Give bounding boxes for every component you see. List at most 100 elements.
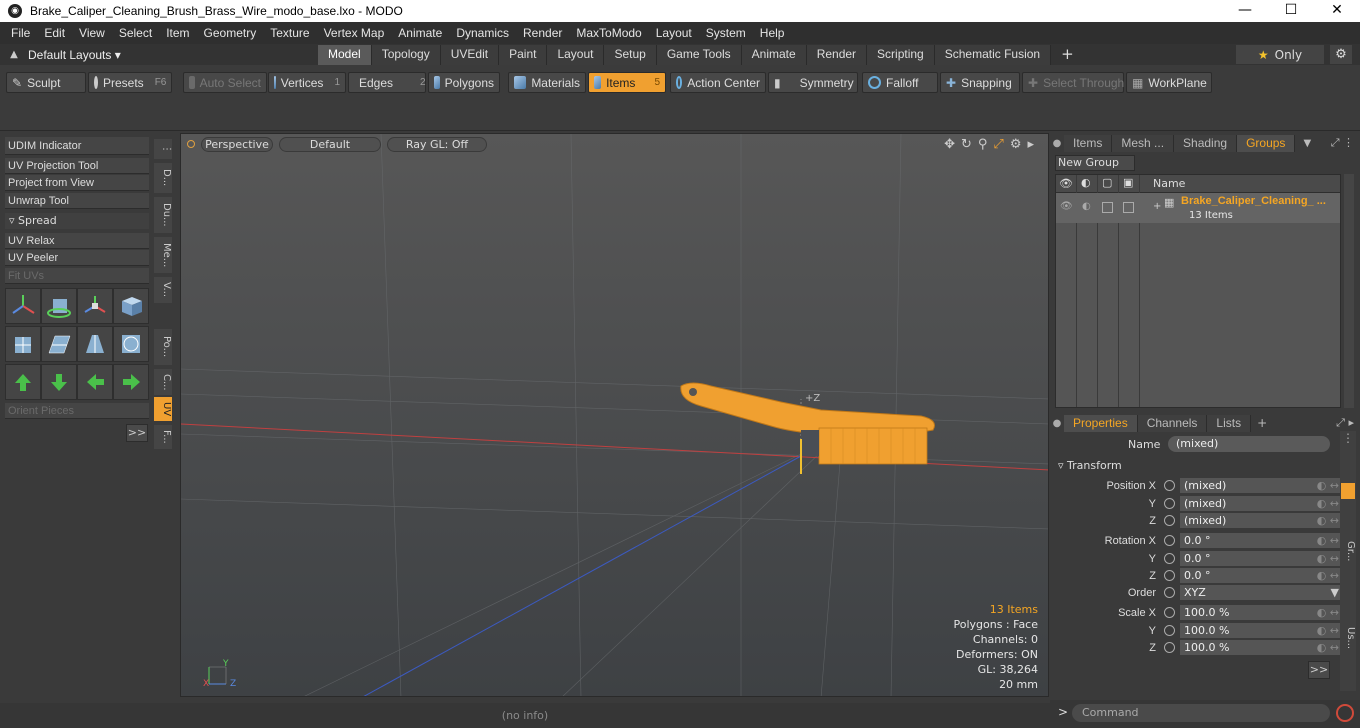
uv-transform-icon[interactable] xyxy=(5,288,41,324)
select-through-button[interactable]: ✚ Select Through xyxy=(1022,72,1124,93)
vtab-v[interactable]: V... xyxy=(154,277,172,303)
transform-section-header[interactable]: ▿ Transform xyxy=(1058,459,1340,474)
uv-planar-icon[interactable] xyxy=(41,326,77,362)
vtab-options[interactable]: ⋮ xyxy=(154,139,172,159)
name-field[interactable]: (mixed) xyxy=(1168,436,1330,452)
add-prop-tab-button[interactable]: + xyxy=(1251,416,1273,430)
menu-file[interactable]: File xyxy=(4,26,37,40)
command-prompt-arrow[interactable]: > xyxy=(1058,705,1068,719)
menu-maxtomodo[interactable]: MaxToModo xyxy=(569,26,648,40)
panel-expand-icon[interactable]: ⤢ ⋮ xyxy=(1331,136,1360,150)
tab-items[interactable]: Items xyxy=(1064,134,1113,152)
vtab-du[interactable]: Du... xyxy=(154,197,172,233)
new-group-button[interactable]: New Group xyxy=(1055,155,1135,171)
rotate-view-icon[interactable]: ↻ xyxy=(961,137,972,152)
side-tab-active[interactable] xyxy=(1341,483,1355,499)
radio-icon[interactable] xyxy=(1164,480,1175,491)
layout-up-arrow-icon[interactable]: ▲ xyxy=(0,49,28,60)
row-render-icon[interactable]: ◐ xyxy=(1082,201,1091,212)
arrow-left-icon[interactable] xyxy=(77,364,113,400)
menu-edit[interactable]: Edit xyxy=(37,26,72,40)
select-icon[interactable]: ▣ xyxy=(1123,176,1133,189)
menu-animate[interactable]: Animate xyxy=(391,26,449,40)
scale-y-field[interactable]: 100.0 % ◐ ↔ xyxy=(1180,622,1342,639)
scale-x-field[interactable]: 100.0 % ◐ ↔ xyxy=(1180,604,1342,621)
vtab-uv[interactable]: UV xyxy=(154,397,172,421)
tab-render[interactable]: Render xyxy=(806,44,868,65)
polygons-button[interactable]: Polygons xyxy=(428,72,500,93)
edges-button[interactable]: Edges 2 xyxy=(348,72,426,93)
radio-icon[interactable] xyxy=(1164,625,1175,636)
tab-uvedit[interactable]: UVEdit xyxy=(440,44,500,65)
tab-properties[interactable]: Properties xyxy=(1064,414,1138,432)
uv-perspective-icon[interactable] xyxy=(77,326,113,362)
uv-projection-tool-button[interactable]: UV Projection Tool xyxy=(5,158,149,174)
tab-layout[interactable]: Layout xyxy=(547,44,605,65)
falloff-button[interactable]: Falloff xyxy=(862,72,938,93)
group-row[interactable]: 👁 ◐ + ▦ Brake_Caliper_Cleaning_ ... 13 I… xyxy=(1056,193,1340,223)
menu-item[interactable]: Item xyxy=(159,26,196,40)
tab-model[interactable]: Model xyxy=(318,44,372,65)
position-z-field[interactable]: (mixed) ◐ ↔ xyxy=(1180,512,1342,529)
side-tab-us[interactable]: Us... xyxy=(1340,627,1356,649)
minimize-button[interactable]: — xyxy=(1222,0,1268,22)
menu-dynamics[interactable]: Dynamics xyxy=(449,26,516,40)
properties-more-button[interactable]: >> xyxy=(1308,661,1330,679)
radio-icon[interactable] xyxy=(1164,607,1175,618)
project-from-view-button[interactable]: Project from View xyxy=(5,175,149,191)
scale-z-field[interactable]: 100.0 % ◐ ↔ xyxy=(1180,639,1342,656)
command-record-icon[interactable] xyxy=(1336,704,1354,722)
tabs-dropdown-icon[interactable]: ▼ xyxy=(1295,138,1319,149)
gear-icon[interactable]: ⚙ xyxy=(1330,45,1352,64)
tab-mesh[interactable]: Mesh ... xyxy=(1112,134,1175,152)
radio-icon[interactable] xyxy=(1164,535,1175,546)
radio-icon[interactable] xyxy=(1164,515,1175,526)
tab-game-tools[interactable]: Game Tools xyxy=(656,44,742,65)
materials-button[interactable]: Materials xyxy=(508,72,586,93)
panel-menu-dot-icon[interactable]: ● xyxy=(1050,138,1064,149)
arrow-up-icon[interactable] xyxy=(5,364,41,400)
close-button[interactable]: ✕ xyxy=(1314,0,1360,22)
side-options-icon[interactable]: ⋮ xyxy=(1340,431,1356,447)
prop-expand-icon[interactable]: ⤢ ▸ xyxy=(1336,416,1360,430)
group-name[interactable]: Brake_Caliper_Cleaning_ ... xyxy=(1181,195,1326,207)
layout-selector[interactable]: Default Layouts ▾ xyxy=(28,48,318,62)
menu-view[interactable]: View xyxy=(72,26,112,40)
arrow-right-icon[interactable] xyxy=(113,364,149,400)
position-x-field[interactable]: (mixed) ◐ ↔ xyxy=(1180,477,1342,494)
menu-geometry[interactable]: Geometry xyxy=(197,26,264,40)
groups-scrollbar[interactable] xyxy=(1344,174,1354,408)
auto-select-button[interactable]: Auto Select xyxy=(183,72,267,93)
zoom-view-icon[interactable]: ⚲ xyxy=(978,137,988,152)
lock-icon[interactable]: ▢ xyxy=(1102,176,1112,189)
radio-icon[interactable] xyxy=(1164,498,1175,509)
vtab-f[interactable]: F... xyxy=(154,425,172,449)
row-visibility-eye-icon[interactable]: 👁 xyxy=(1060,201,1073,212)
items-button[interactable]: Items 5 xyxy=(588,72,666,93)
menu-vertex-map[interactable]: Vertex Map xyxy=(317,26,392,40)
action-center-button[interactable]: Action Center xyxy=(670,72,766,93)
viewport-expand-arrow-icon[interactable]: ▸ xyxy=(1027,137,1034,152)
udim-indicator-button[interactable]: UDIM Indicator xyxy=(5,137,149,155)
tab-schematic-fusion[interactable]: Schematic Fusion xyxy=(934,44,1052,65)
sculpt-button[interactable]: ✎ Sculpt xyxy=(6,72,86,93)
fit-view-icon[interactable]: ⤢ xyxy=(993,137,1003,152)
tab-paint[interactable]: Paint xyxy=(499,44,548,65)
tab-setup[interactable]: Setup xyxy=(604,44,657,65)
tab-lists[interactable]: Lists xyxy=(1207,414,1252,432)
workplane-button[interactable]: ▦ WorkPlane xyxy=(1126,72,1212,93)
uv-sphere-icon[interactable] xyxy=(113,326,149,362)
visibility-eye-icon[interactable]: 👁 xyxy=(1059,177,1073,190)
tab-channels[interactable]: Channels xyxy=(1137,414,1208,432)
order-dropdown[interactable]: XYZ ▼ xyxy=(1180,584,1342,601)
shading-default-dropdown[interactable]: Default xyxy=(279,136,381,152)
position-y-field[interactable]: (mixed) ◐ ↔ xyxy=(1180,495,1342,512)
vtab-me[interactable]: Me... xyxy=(154,237,172,273)
move-view-icon[interactable]: ✥ xyxy=(944,137,955,152)
vertices-button[interactable]: Vertices 1 xyxy=(268,72,346,93)
menu-select[interactable]: Select xyxy=(112,26,159,40)
tab-scripting[interactable]: Scripting xyxy=(867,44,935,65)
radio-icon[interactable] xyxy=(1164,587,1175,598)
row-lock-checkbox[interactable] xyxy=(1102,202,1113,213)
snapping-button[interactable]: ✚ Snapping xyxy=(940,72,1020,93)
